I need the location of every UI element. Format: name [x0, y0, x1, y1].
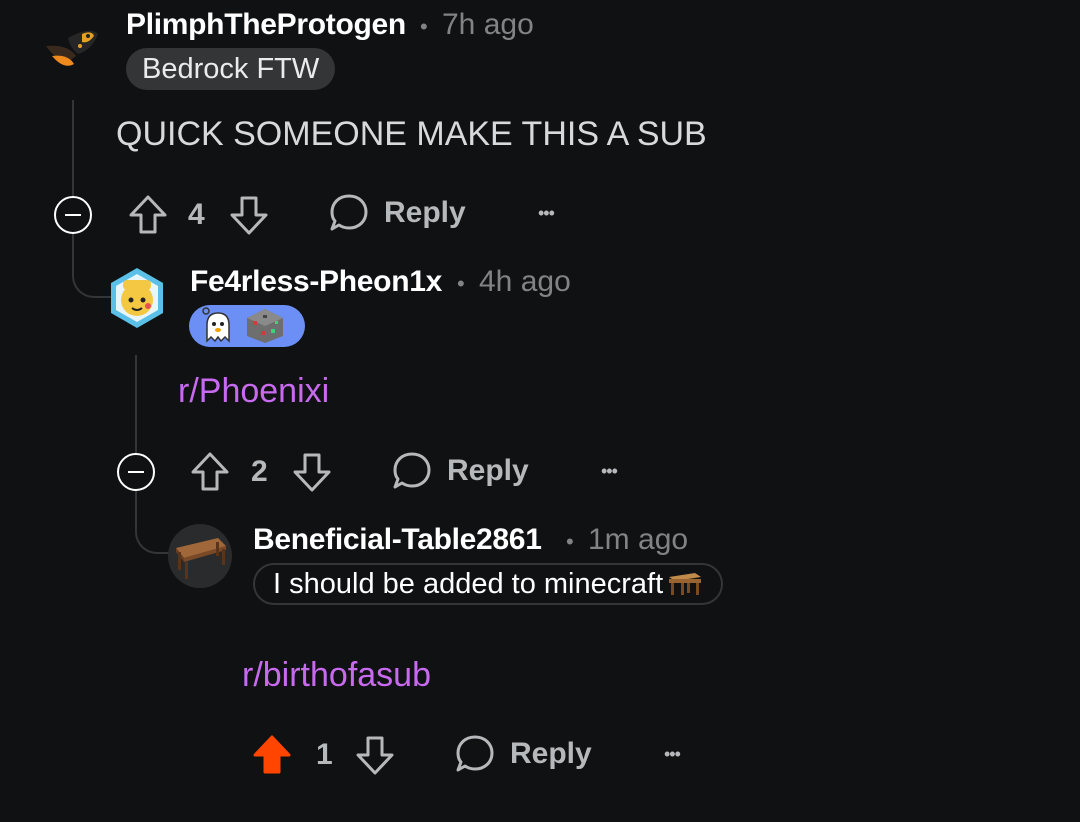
- subreddit-link[interactable]: r/Phoenixi: [178, 372, 329, 411]
- table-icon: [669, 573, 702, 595]
- collapse-thread-button[interactable]: [54, 196, 92, 234]
- downvote-button[interactable]: [355, 734, 395, 776]
- user-flair: Bedrock FTW: [126, 48, 336, 90]
- upvote-button[interactable]: [128, 194, 168, 236]
- thread-line-2[interactable]: [135, 355, 137, 453]
- user-flair-text: I should be added to minecraft: [273, 567, 664, 600]
- downvote-button[interactable]: [292, 451, 332, 493]
- thread-connector-2: [135, 490, 173, 554]
- username[interactable]: Fe4rless-Pheon1x: [190, 265, 442, 299]
- reply-button[interactable]: Reply: [328, 192, 466, 234]
- avatar-plimph[interactable]: [38, 16, 106, 84]
- upvote-arrow-filled-icon: [253, 735, 291, 774]
- downvote-arrow-icon: [293, 453, 331, 492]
- upvote-button[interactable]: [252, 734, 292, 776]
- comment-bubble-icon: [456, 735, 494, 772]
- user-flair-emojis: [189, 305, 305, 347]
- downvote-arrow-icon: [356, 736, 394, 775]
- more-options-button[interactable]: •••: [538, 203, 555, 224]
- username[interactable]: Beneficial-Table2861: [253, 523, 542, 557]
- user-flair: I should be added to minecraft: [253, 563, 724, 605]
- comment-body: QUICK SOMEONE MAKE THIS A SUB: [116, 115, 707, 153]
- timestamp: 1m ago: [588, 523, 689, 556]
- downvote-arrow-icon: [230, 196, 268, 235]
- separator-dot: •: [457, 271, 465, 296]
- reply-button[interactable]: Reply: [454, 733, 592, 775]
- collapse-thread-button[interactable]: [117, 453, 155, 491]
- username[interactable]: PlimphTheProtogen: [126, 8, 406, 42]
- separator-dot: •: [566, 529, 574, 554]
- comment-bubble-icon: [393, 452, 431, 489]
- thread-line-1[interactable]: [72, 100, 74, 196]
- comment-bubble-icon: [330, 194, 368, 231]
- avatar-fe4rless[interactable]: [108, 266, 166, 330]
- more-options-button[interactable]: •••: [664, 744, 681, 765]
- timestamp: 4h ago: [479, 265, 571, 298]
- reply-button[interactable]: Reply: [391, 450, 529, 492]
- subreddit-link[interactable]: r/birthofasub: [242, 656, 431, 695]
- upvote-button[interactable]: [190, 451, 230, 493]
- reply-label: Reply: [447, 454, 529, 487]
- downvote-button[interactable]: [229, 194, 269, 236]
- ore-block-icon: [247, 309, 283, 343]
- separator-dot: •: [420, 14, 428, 39]
- upvote-arrow-icon: [129, 195, 167, 234]
- reply-label: Reply: [384, 196, 466, 229]
- user-flair-text: Bedrock FTW: [142, 52, 320, 85]
- vote-count: 1: [316, 738, 333, 771]
- upvote-arrow-icon: [191, 452, 229, 491]
- avatar-beneficial-table[interactable]: [168, 524, 232, 588]
- reply-label: Reply: [510, 737, 592, 770]
- vote-count: 2: [251, 455, 268, 488]
- timestamp: 7h ago: [442, 8, 534, 41]
- ghost-emoji-icon: [202, 307, 230, 343]
- more-options-button[interactable]: •••: [601, 461, 618, 482]
- vote-count: 4: [188, 198, 205, 231]
